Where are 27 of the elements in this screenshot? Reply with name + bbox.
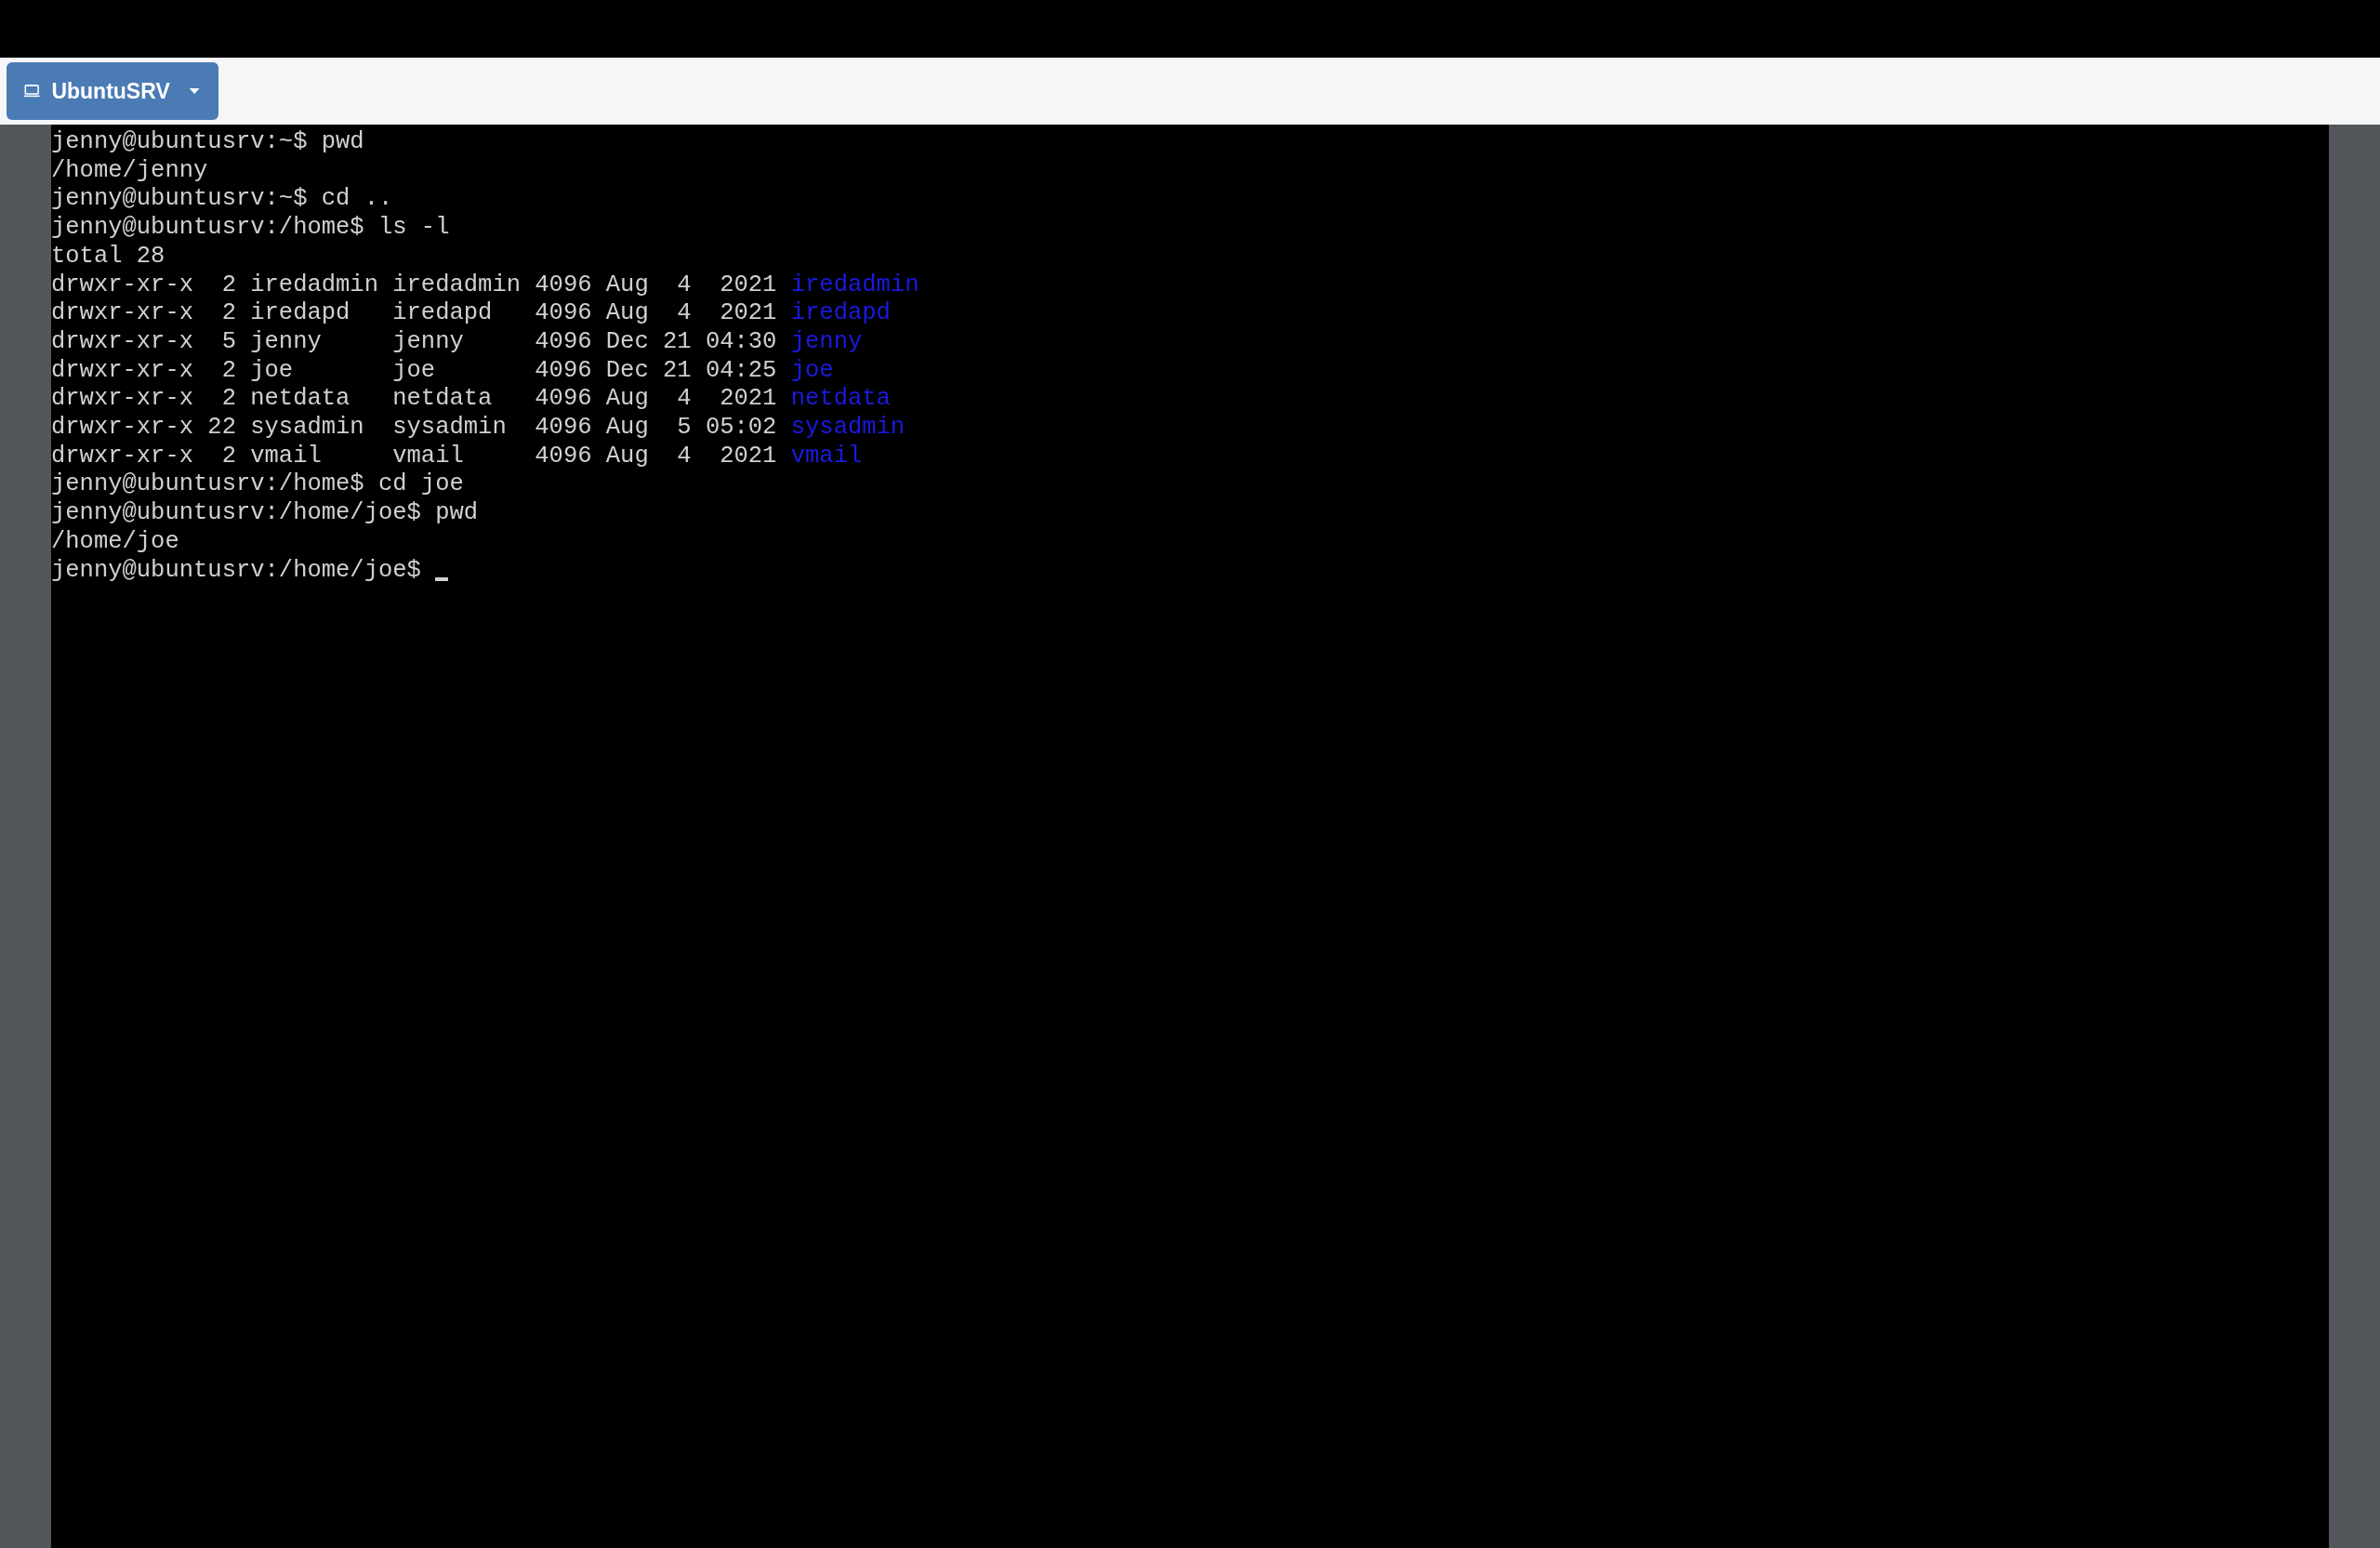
terminal-prompt: jenny@ubuntusrv:/home/joe$	[51, 556, 421, 586]
directory-name: sysadmin	[790, 414, 906, 443]
terminal-line: /home/joe	[51, 527, 179, 557]
caret-icon	[188, 86, 200, 96]
terminal-line: jenny@ubuntusrv:/home$ ls -l	[51, 214, 450, 243]
terminal-line: total 28	[51, 242, 165, 271]
terminal-line: jenny@ubuntusrv:~$ cd ..	[51, 185, 393, 215]
terminal-line: drwxr-xr-x 2 netdata netdata 4096 Aug 4 2021	[51, 385, 777, 415]
directory-name: netdata	[790, 385, 891, 415]
directory-name: jenny	[790, 327, 863, 357]
terminal-line: jenny@ubuntusrv:/home$ cd joe	[51, 470, 464, 500]
machine-dropdown-button[interactable]: UbuntuSRV	[7, 62, 218, 120]
directory-name: joe	[790, 356, 834, 386]
directory-name: iredapd	[790, 299, 891, 328]
terminal-screen[interactable]	[51, 125, 2329, 1548]
directory-name: iredadmin	[790, 271, 919, 300]
terminal-line: drwxr-xr-x 2 iredadmin iredadmin 4096 Aug 4 2021	[51, 271, 777, 300]
terminal-line: jenny@ubuntusrv:~$ pwd	[51, 128, 364, 157]
terminal-line: drwxr-xr-x 5 jenny jenny 4096 Dec 21 04:30	[51, 327, 777, 357]
terminal-line: drwxr-xr-x 2 joe joe 4096 Dec 21 04:25	[51, 356, 777, 386]
directory-name: vmail	[790, 442, 863, 471]
terminal-line: drwxr-xr-x 2 vmail vmail 4096 Aug 4 2021	[51, 442, 777, 471]
terminal-line: drwxr-xr-x 2 iredapd iredapd 4096 Aug 4 2021	[51, 299, 777, 328]
terminal-line: jenny@ubuntusrv:/home/joe$ pwd	[51, 499, 479, 528]
terminal-line: drwxr-xr-x 22 sysadmin sysadmin 4096 Aug 5 05:02	[51, 414, 777, 443]
terminal-line: /home/jenny	[51, 156, 208, 186]
laptop-icon	[23, 83, 41, 99]
